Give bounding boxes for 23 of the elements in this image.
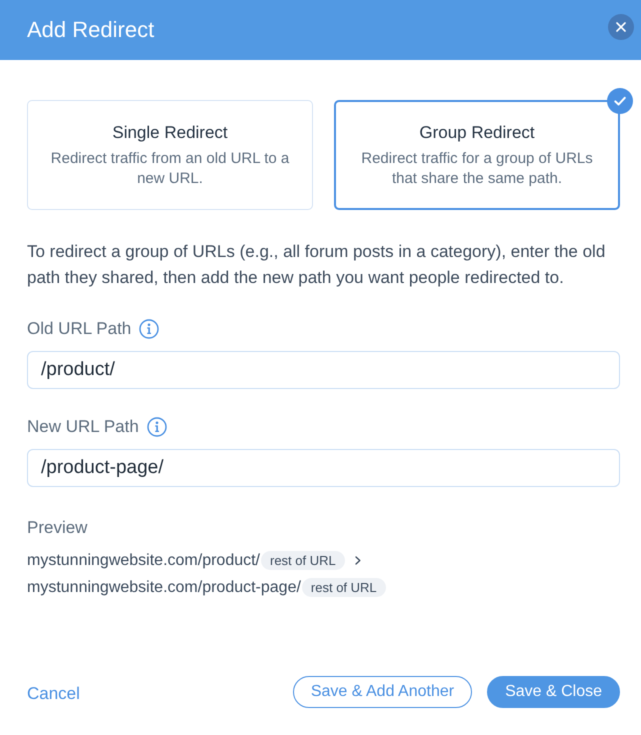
redirect-type-card[interactable]: Group Redirect Redirect traffic for a group of URLs that share the same path. — [334, 100, 620, 210]
info-icon[interactable] — [146, 417, 167, 437]
rest-of-url-tag: rest of URL — [302, 578, 386, 597]
preview-url: mystunningwebsite.com/product-page/ — [27, 578, 301, 596]
chevron-right-icon — [354, 556, 361, 565]
instructions-text: To redirect a group of URLs (e.g., all forum posts in a category), enter the old path they shared, then add the new path you want people redirected to. — [27, 241, 606, 289]
card-title: Group Redirect — [419, 122, 535, 144]
check-icon — [607, 88, 633, 114]
close-button[interactable] — [608, 14, 634, 40]
redirect-type-card[interactable]: Single Redirect Redirect traffic from an old URL to a new URL. — [27, 100, 313, 210]
card-description: Redirect traffic from an old URL to a new URL. — [50, 149, 290, 189]
card-title: Single Redirect — [112, 122, 228, 144]
dialog-title: Add Redirect — [27, 17, 154, 43]
close-icon — [616, 22, 626, 32]
field-label: Old URL Path — [27, 318, 132, 340]
url-path-field[interactable]: /product-page/ — [27, 449, 620, 487]
preview-label: Preview — [27, 517, 88, 539]
preview-url: mystunningwebsite.com/product/ — [27, 552, 260, 570]
field-label: New URL Path — [27, 416, 139, 438]
info-icon[interactable] — [139, 319, 160, 339]
card-description: Redirect traffic for a group of URLs that share the same path. — [360, 149, 594, 189]
url-path-field[interactable]: /product/ — [27, 351, 620, 389]
rest-of-url-tag: rest of URL — [261, 551, 345, 570]
